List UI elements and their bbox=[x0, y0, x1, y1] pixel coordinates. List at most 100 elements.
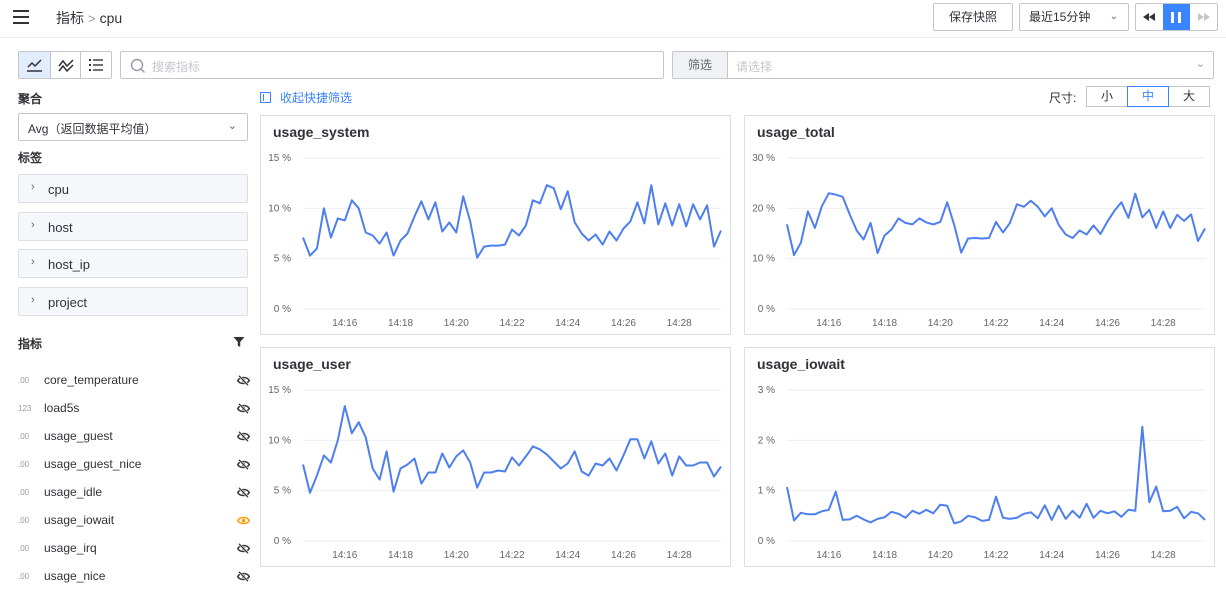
time-range-select[interactable]: 最近15分钟 ⌄ bbox=[1019, 3, 1129, 31]
y-tick-label: 20 % bbox=[752, 203, 775, 214]
chevron-right-icon: › bbox=[31, 294, 35, 306]
chart-panel-usage-total[interactable]: usage_total 0 % 10 % 20 % 30 % 14:16 14:18 14:… bbox=[744, 115, 1215, 335]
eye-off-icon[interactable] bbox=[237, 571, 250, 582]
metric-item-usage-iowait[interactable]: .00 usage_iowait bbox=[18, 511, 250, 533]
metric-item-usage-guest[interactable]: .00 usage_guest bbox=[18, 427, 250, 449]
series-line bbox=[786, 425, 1206, 525]
metric-search-input[interactable]: 搜索指标 bbox=[120, 51, 664, 79]
chevron-right-icon: › bbox=[31, 181, 35, 193]
eye-off-icon[interactable] bbox=[237, 431, 250, 442]
eye-icon[interactable] bbox=[237, 515, 250, 526]
metric-item-usage-irq[interactable]: .00 usage_irq bbox=[18, 539, 250, 561]
x-tick-label: 14:16 bbox=[816, 318, 841, 329]
rewind-button[interactable] bbox=[1136, 4, 1163, 30]
y-tick-label: 5 % bbox=[274, 486, 291, 497]
breadcrumb: 指标 > cpu bbox=[56, 8, 122, 28]
breadcrumb-separator: > bbox=[88, 11, 96, 26]
y-tick-label: 0 % bbox=[758, 304, 775, 315]
x-tick-label: 14:24 bbox=[555, 318, 580, 329]
y-tick-label: 30 % bbox=[752, 153, 775, 164]
tag-label: cpu bbox=[48, 182, 69, 197]
breadcrumb-root[interactable]: 指标 bbox=[56, 10, 84, 26]
collapse-panel-icon bbox=[260, 92, 271, 103]
x-tick-label: 14:26 bbox=[1095, 550, 1120, 561]
x-tick-label: 14:28 bbox=[1151, 550, 1176, 561]
filter-select[interactable]: 筛选 请选择 ⌄ bbox=[672, 51, 1214, 79]
metric-item-usage-guest-nice[interactable]: .00 usage_guest_nice bbox=[18, 455, 250, 477]
x-tick-label: 14:20 bbox=[444, 550, 469, 561]
chevron-down-icon: ⌄ bbox=[1195, 58, 1205, 70]
hamburger-menu-icon[interactable] bbox=[13, 9, 31, 25]
x-tick-label: 14:16 bbox=[332, 550, 357, 561]
view-compare-button[interactable] bbox=[49, 52, 81, 78]
y-tick-label: 10 % bbox=[268, 435, 291, 446]
x-tick-label: 14:22 bbox=[499, 550, 524, 561]
filter-placeholder: 请选择 bbox=[736, 60, 773, 74]
eye-off-icon[interactable] bbox=[237, 403, 250, 414]
view-trend-button[interactable] bbox=[19, 52, 50, 78]
compare-lines-icon bbox=[58, 59, 74, 73]
aggregation-title: 聚合 bbox=[18, 92, 43, 106]
metric-type-label: .00 bbox=[18, 460, 30, 469]
tag-item-host-ip[interactable]: › host_ip bbox=[18, 249, 248, 278]
x-tick-label: 14:20 bbox=[444, 318, 469, 329]
tag-item-cpu[interactable]: › cpu bbox=[18, 174, 248, 203]
metric-name: usage_iowait bbox=[44, 513, 115, 527]
metric-item-usage-nice[interactable]: .00 usage_nice bbox=[18, 567, 250, 589]
metric-name: core_temperature bbox=[44, 373, 139, 387]
top-bar: 指标 > cpu 保存快照 最近15分钟 ⌄ bbox=[0, 0, 1226, 38]
tags-title: 标签 bbox=[18, 151, 43, 165]
playback-controls bbox=[1135, 3, 1218, 31]
fast-forward-button[interactable] bbox=[1190, 4, 1217, 30]
y-tick-label: 15 % bbox=[268, 385, 291, 396]
metric-type-label: .00 bbox=[18, 516, 30, 525]
chart-panel-usage-iowait[interactable]: usage_iowait 0 % 1 % 2 % 3 % 14:16 14:18 14:20… bbox=[744, 347, 1215, 567]
x-tick-label: 14:18 bbox=[872, 550, 897, 561]
x-tick-label: 14:24 bbox=[1039, 318, 1064, 329]
x-tick-label: 14:26 bbox=[1095, 318, 1120, 329]
tag-item-project[interactable]: › project bbox=[18, 287, 248, 316]
size-large-button[interactable]: 大 bbox=[1168, 86, 1210, 107]
pause-button[interactable] bbox=[1163, 4, 1190, 30]
filter-funnel-icon[interactable] bbox=[233, 336, 245, 348]
y-tick-label: 0 % bbox=[758, 536, 775, 547]
eye-off-icon[interactable] bbox=[237, 459, 250, 470]
eye-off-icon[interactable] bbox=[237, 487, 250, 498]
metric-item-core-temperature[interactable]: .00 core_temperature bbox=[18, 371, 250, 393]
list-icon bbox=[89, 59, 104, 71]
time-range-value: 最近15分钟 bbox=[1029, 10, 1091, 24]
y-tick-label: 10 % bbox=[268, 203, 291, 214]
view-mode-toggle bbox=[18, 51, 112, 79]
x-tick-label: 14:18 bbox=[872, 318, 897, 329]
x-tick-label: 14:28 bbox=[1151, 318, 1176, 329]
x-tick-label: 14:26 bbox=[611, 550, 636, 561]
breadcrumb-current: cpu bbox=[99, 10, 123, 26]
eye-off-icon[interactable] bbox=[237, 375, 250, 386]
y-tick-label: 1 % bbox=[758, 486, 775, 497]
chevron-down-icon: ⌄ bbox=[1109, 11, 1118, 22]
y-tick-label: 15 % bbox=[268, 153, 291, 164]
x-tick-label: 14:20 bbox=[928, 550, 953, 561]
x-tick-label: 14:18 bbox=[388, 318, 413, 329]
tag-item-host[interactable]: › host bbox=[18, 212, 248, 241]
metric-item-load5s[interactable]: 123 load5s bbox=[18, 399, 250, 421]
eye-off-icon[interactable] bbox=[237, 543, 250, 554]
size-medium-button[interactable]: 中 bbox=[1127, 86, 1169, 107]
chart-panel-usage-system[interactable]: usage_system 0 % 5 % 10 % 15 % 14:16 14:18 14:… bbox=[260, 115, 731, 335]
view-list-button[interactable] bbox=[80, 52, 111, 78]
save-snapshot-button[interactable]: 保存快照 bbox=[933, 3, 1013, 31]
collapse-quick-filter-link[interactable]: 收起快捷筛选 bbox=[260, 89, 352, 106]
metric-item-usage-idle[interactable]: .00 usage_idle bbox=[18, 483, 250, 505]
metric-type-label: .00 bbox=[18, 544, 30, 553]
metric-name: usage_guest bbox=[44, 429, 113, 443]
line-chart: 0 % 5 % 10 % 15 % 14:16 14:18 14:20 14:22 14:24 1… bbox=[268, 385, 722, 561]
x-tick-label: 14:22 bbox=[499, 318, 524, 329]
metric-name: usage_nice bbox=[44, 569, 106, 583]
series-line bbox=[786, 192, 1206, 257]
size-small-button[interactable]: 小 bbox=[1086, 86, 1128, 107]
y-tick-label: 10 % bbox=[752, 254, 775, 265]
chart-panel-usage-user[interactable]: usage_user 0 % 5 % 10 % 15 % 14:16 14:18 14:20… bbox=[260, 347, 731, 567]
aggregation-select[interactable]: Avg（返回数据平均值） ⌄ bbox=[18, 113, 248, 141]
y-tick-label: 5 % bbox=[274, 254, 291, 265]
series-line bbox=[302, 405, 722, 494]
